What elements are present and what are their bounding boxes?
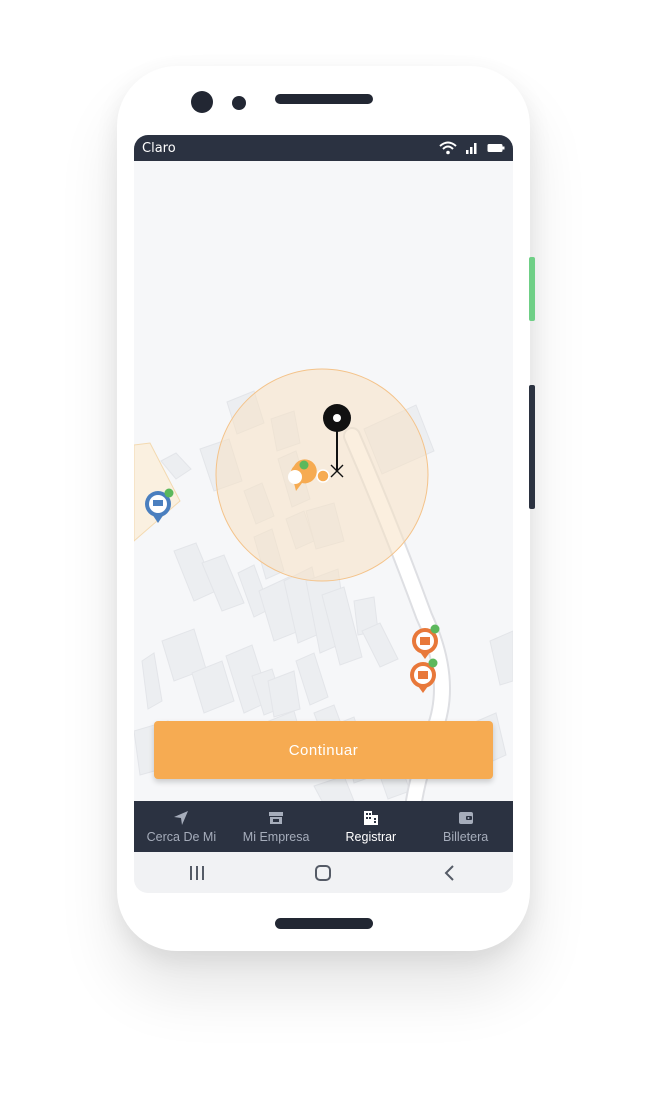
system-navigation-bar: [134, 852, 513, 893]
bottom-navigation: Cerca De Mi Mi Empresa Registrar Billete…: [134, 801, 513, 852]
volume-button: [529, 257, 535, 321]
store-icon: [269, 812, 284, 824]
phone-screen: Claro Continuar Cerca De Mi Mi Empresa R…: [134, 135, 513, 893]
home-button[interactable]: [308, 858, 338, 888]
nav-item-mi-empresa[interactable]: Mi Empresa: [229, 801, 324, 852]
nav-label-mi-empresa: Mi Empresa: [242, 830, 310, 844]
carrier-name: Claro: [142, 140, 176, 156]
nav-item-registrar[interactable]: Registrar: [324, 801, 419, 852]
bottom-speaker: [275, 918, 373, 929]
nav-label-cerca-de-mi: Cerca De Mi: [146, 830, 217, 844]
sensor: [232, 96, 246, 110]
map-view[interactable]: [134, 161, 513, 801]
recent-apps-button[interactable]: [182, 858, 212, 888]
home-icon: [315, 864, 332, 881]
nav-label-billetera: Billetera: [443, 830, 489, 844]
wifi-icon: [439, 141, 457, 155]
nav-item-cerca-de-mi[interactable]: Cerca De Mi: [134, 801, 229, 852]
status-bar: Claro: [134, 135, 513, 161]
recent-apps-icon: [190, 865, 205, 880]
map-canvas[interactable]: [134, 161, 513, 801]
status-icons: [439, 141, 505, 155]
back-icon: [444, 864, 454, 881]
nav-item-billetera[interactable]: Billetera: [418, 801, 513, 852]
earpiece-speaker: [275, 94, 373, 104]
building-icon: [363, 811, 378, 825]
back-button[interactable]: [435, 858, 465, 888]
continue-button[interactable]: Continuar: [154, 721, 493, 779]
wallet-icon: [458, 812, 473, 824]
front-camera: [191, 91, 213, 113]
battery-icon: [487, 144, 505, 152]
navigation-arrow-icon: [174, 811, 189, 825]
signal-icon: [466, 143, 477, 154]
power-button: [529, 385, 535, 509]
nav-label-registrar: Registrar: [345, 830, 397, 844]
